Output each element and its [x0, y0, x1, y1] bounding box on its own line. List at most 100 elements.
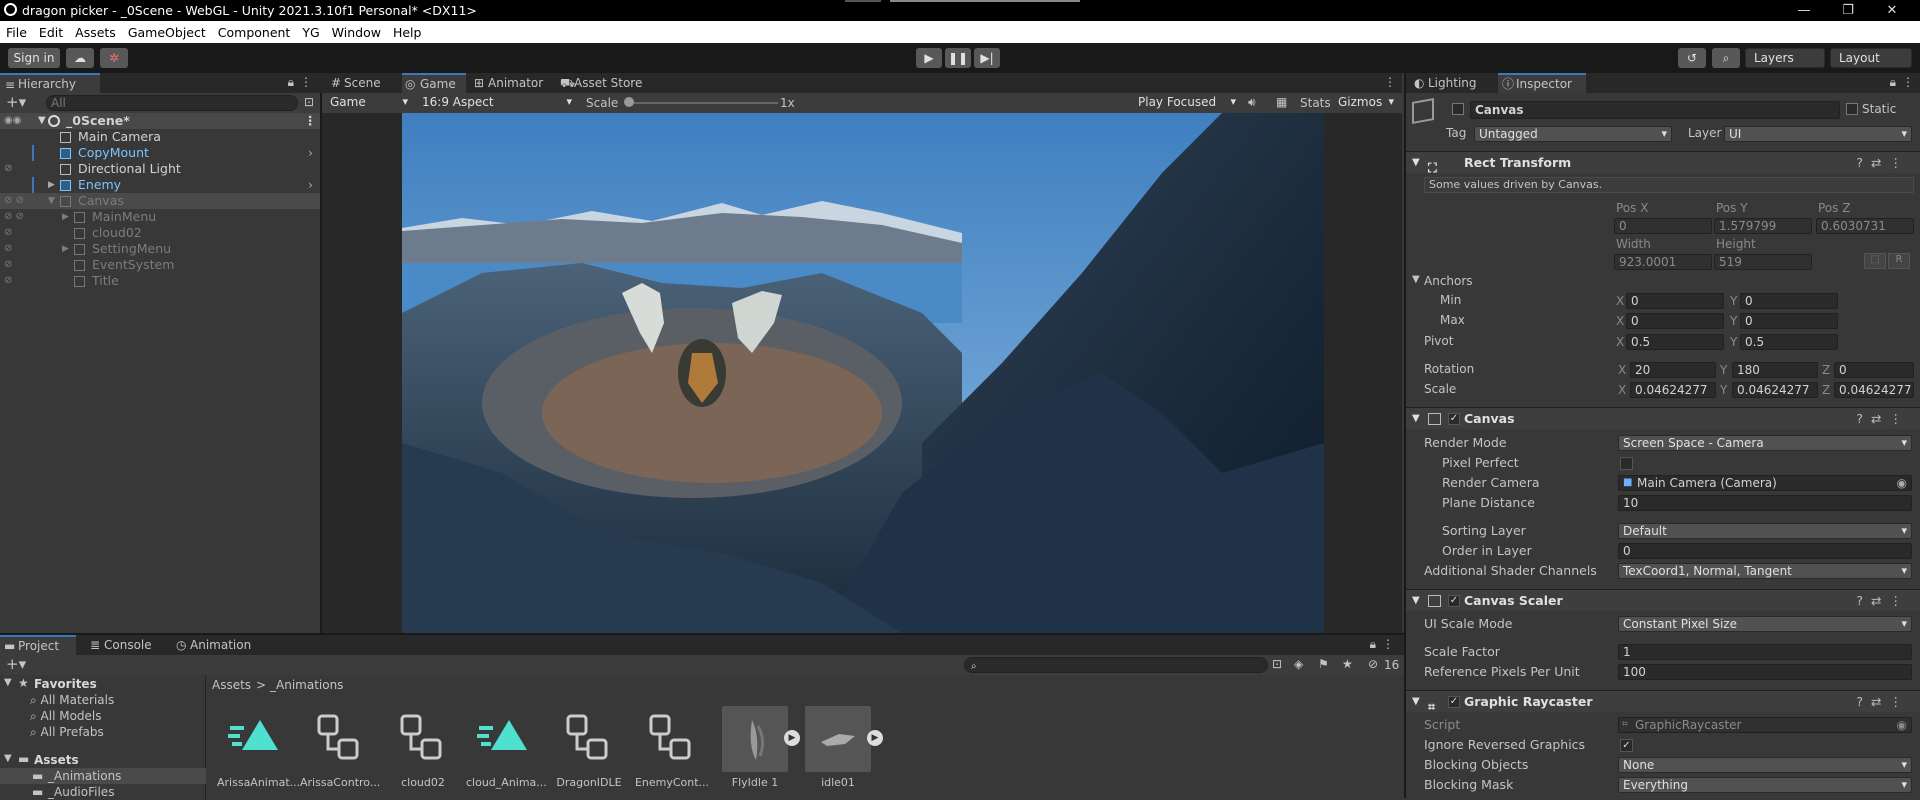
scene-more-icon[interactable]: ⋮ [304, 113, 317, 129]
asset-item[interactable]: ArissaAnimat... [217, 706, 300, 789]
step-button[interactable]: ▶| [974, 48, 1000, 68]
save-search-icon[interactable]: ⚑ [1318, 657, 1329, 671]
restore-button[interactable]: ❐ [1826, 0, 1870, 21]
tab-inspector[interactable]: ⓘ Inspector [1498, 73, 1586, 93]
anchor-min-x[interactable]: 0 [1626, 293, 1724, 309]
layers-dropdown[interactable]: Layers [1745, 48, 1825, 68]
component-actions[interactable]: ?⇄⋮ [1856, 590, 1910, 612]
reference-ppu-field[interactable]: 100 [1618, 664, 1912, 680]
gizmos-dropdown[interactable]: Gizmos [1334, 95, 1398, 111]
component-actions[interactable]: ?⇄⋮ [1856, 691, 1910, 713]
blueprint-mode-button[interactable]: ⬚ [1864, 253, 1886, 269]
filter-icon[interactable]: ⊡ [304, 95, 314, 109]
expand-arrow-icon[interactable]: ▼ [38, 113, 46, 129]
hierarchy-item-copymount[interactable]: CopyMount › [0, 145, 320, 161]
hidden-icon[interactable]: ⊘ [4, 241, 12, 257]
minimize-button[interactable]: — [1782, 0, 1826, 21]
play-mode-dropdown[interactable]: Play Focused [1134, 95, 1240, 111]
collab-icon[interactable]: ✲ [100, 48, 128, 68]
expand-arrow-icon[interactable]: ▼ [48, 193, 55, 209]
game-viewport[interactable] [402, 113, 1324, 633]
fav-all-prefabs[interactable]: ⌕ All Prefabs [30, 725, 104, 740]
hidden-icon[interactable]: ⊘ ⊘ [4, 193, 24, 209]
stats-button[interactable]: Stats [1300, 96, 1331, 110]
render-camera-field[interactable]: ■ Main Camera (Camera) ◉ [1618, 475, 1912, 491]
component-actions[interactable]: ?⇄⋮ [1856, 408, 1910, 430]
ui-scale-mode-dropdown[interactable]: Constant Pixel Size [1618, 616, 1912, 632]
search-by-type-icon[interactable]: ⊡ [1272, 657, 1282, 671]
graphic-raycaster-header[interactable]: ▼ ⌗ ✓ Graphic Raycaster ?⇄⋮ [1406, 690, 1920, 714]
tab-asset-store[interactable]: ⛟ Asset Store [556, 73, 656, 93]
object-name-input[interactable]: Canvas [1470, 101, 1840, 119]
hierarchy-item-eventsystem[interactable]: ⊘ EventSystem [0, 257, 320, 273]
component-actions[interactable]: ?⇄⋮ [1856, 152, 1910, 174]
asset-item[interactable]: DragonIDLE [549, 706, 629, 789]
width-field[interactable]: 923.0001 [1614, 254, 1712, 270]
expand-arrow-icon[interactable]: ▶ [48, 177, 55, 193]
active-checkbox[interactable] [1452, 103, 1464, 115]
add-icon[interactable]: +▾ [6, 93, 26, 111]
project-search-input[interactable]: ⌕ [964, 657, 1268, 673]
object-picker-icon[interactable]: ◉ [1897, 476, 1907, 490]
raycaster-enabled-checkbox[interactable]: ✓ [1448, 696, 1460, 708]
order-in-layer-field[interactable]: 0 [1618, 543, 1912, 559]
lock-icon[interactable]: 🔒︎ [288, 75, 294, 90]
raw-edit-button[interactable]: R [1888, 253, 1910, 269]
hierarchy-item-enemy[interactable]: ▶ Enemy › [0, 177, 320, 193]
anchor-min-y[interactable]: 0 [1740, 293, 1838, 309]
fav-all-materials[interactable]: ⌕ All Materials [30, 693, 114, 708]
history-icon[interactable]: ↺ [1678, 48, 1706, 68]
anchor-max-y[interactable]: 0 [1740, 313, 1838, 329]
hierarchy-search-input[interactable]: All [46, 95, 298, 111]
asset-item[interactable]: ArissaContro... [300, 706, 380, 789]
posz-field[interactable]: 0.6030731 [1816, 218, 1914, 234]
rotation-y[interactable]: 180 [1732, 362, 1818, 378]
rotation-x[interactable]: 20 [1630, 362, 1716, 378]
favorite-icon[interactable]: ★ [1342, 657, 1353, 671]
layout-dropdown[interactable]: Layout [1830, 48, 1912, 68]
render-mode-dropdown[interactable]: Screen Space - Camera [1618, 435, 1912, 451]
tab-console[interactable]: ≣ Console [86, 635, 160, 655]
breadcrumb-assets[interactable]: Assets [212, 678, 251, 692]
hidden-icon[interactable]: ⊘ [4, 161, 12, 177]
anchor-max-x[interactable]: 0 [1626, 313, 1724, 329]
scale-slider-track[interactable] [628, 102, 778, 104]
scale-y[interactable]: 0.04624277 [1732, 382, 1818, 398]
tab-scene[interactable]: # Scene [326, 73, 398, 93]
posx-field[interactable]: 0 [1614, 218, 1712, 234]
scale-z[interactable]: 0.04624277 [1834, 382, 1914, 398]
close-button[interactable]: ✕ [1870, 0, 1914, 21]
hidden-icon[interactable]: ⊘ [4, 257, 12, 273]
aspect-dropdown[interactable]: 16:9 Aspect [418, 95, 576, 111]
more-icon[interactable]: ⋮ [1902, 75, 1914, 89]
collapse-arrow-icon[interactable]: ▼ [1412, 408, 1420, 430]
play-button[interactable]: ▶ [916, 48, 942, 68]
hidden-icon[interactable]: ⊘ ⊘ [4, 209, 24, 225]
assets-arrow-icon[interactable]: ▼ [4, 753, 12, 764]
canvas-component-header[interactable]: ▼ ✓ Canvas ?⇄⋮ [1406, 407, 1920, 429]
collapse-arrow-icon[interactable]: ▼ [1412, 691, 1420, 713]
hidden-icon[interactable]: ⊘ [4, 225, 12, 241]
rotation-z[interactable]: 0 [1834, 362, 1914, 378]
canvas-scaler-enabled-checkbox[interactable]: ✓ [1448, 595, 1460, 607]
menu-gameobject[interactable]: GameObject [122, 25, 212, 40]
ignore-reversed-checkbox[interactable]: ✓ [1620, 739, 1633, 752]
rect-transform-header[interactable]: ▼ ⛶ Rect Transform ?⇄⋮ [1406, 151, 1920, 175]
hierarchy-item-main-camera[interactable]: Main Camera [0, 129, 320, 145]
anchors-arrow-icon[interactable]: ▼ [1412, 274, 1420, 285]
pixel-perfect-checkbox[interactable] [1620, 457, 1633, 470]
search-by-label-icon[interactable]: ◈ [1294, 657, 1303, 671]
favorites-arrow-icon[interactable]: ▼ [4, 677, 12, 688]
expand-arrow-icon[interactable]: ▶ [62, 209, 69, 225]
menu-yg[interactable]: YG [296, 25, 325, 40]
static-checkbox[interactable] [1846, 103, 1858, 115]
height-field[interactable]: 519 [1714, 254, 1812, 270]
display-dropdown[interactable]: Game [326, 95, 412, 111]
tab-lighting[interactable]: ◐ Lighting [1410, 73, 1490, 93]
hierarchy-item-title[interactable]: ⊘ Title [0, 273, 320, 289]
posy-field[interactable]: 1.579799 [1714, 218, 1812, 234]
tab-project[interactable]: ▬ Project [0, 635, 76, 655]
menu-component[interactable]: Component [212, 25, 297, 40]
blocking-mask-dropdown[interactable]: Everything [1618, 777, 1912, 793]
asset-item[interactable]: ▶ FlyIdle 1 [715, 706, 800, 789]
